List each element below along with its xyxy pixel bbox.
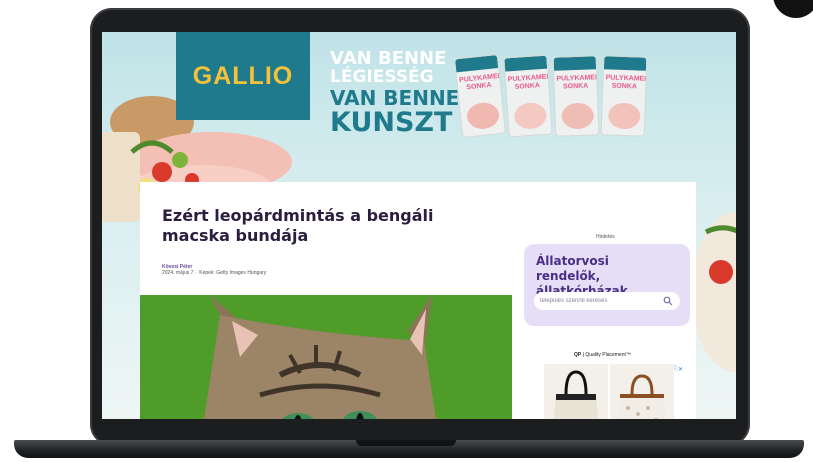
search-icon[interactable] (663, 296, 673, 306)
vet-search-input[interactable] (540, 295, 658, 307)
article-title: Ezért leopárdmintás a bengáli macska bun… (162, 206, 434, 245)
qp-ad-label: QP | Quality Placement™ (574, 352, 631, 358)
product-name: SONKA (611, 82, 638, 91)
article-card: Ezért leopárdmintás a bengáli macska bun… (140, 182, 696, 419)
tote-bag-icon (554, 370, 598, 419)
handbag-icon (618, 374, 666, 419)
ad-product-bag[interactable] (610, 364, 674, 419)
brand-name: GALLIO (192, 61, 294, 90)
slogan-line: KUNSZT (330, 107, 453, 138)
product-name: SONKA (514, 81, 541, 91)
product-pack: PULYKAMELL- SONKA (552, 55, 600, 137)
product-pack: PULYKAMELL- SONKA (600, 55, 648, 137)
brand-logo[interactable]: GALLIO (176, 32, 310, 120)
product-name: SONKA (562, 82, 589, 91)
article-dateline: 2024. május 7. · Képek: Getty Images Hun… (162, 270, 267, 276)
slogan-line: VAN BENNE (330, 86, 460, 110)
ad-product-bag[interactable] (544, 364, 608, 419)
ad-slogan: VAN BENNE LÉGIESSÉG VAN BENNE KUNSZT (330, 48, 460, 138)
product-pack: PULYKAMELL- SONKA (503, 54, 553, 138)
slogan-line: LÉGIESSÉG (330, 67, 434, 87)
decorative-blob (773, 0, 813, 18)
browser-viewport: GALLIO VAN BENNE LÉGIESSÉG VAN BENNE KUN… (102, 32, 736, 419)
laptop-notch (356, 440, 456, 446)
vet-finder-widget: Állatorvosi rendelők, állatkórházak (524, 244, 690, 326)
qp-logo: QP (574, 352, 582, 358)
product-name: PULYKAMELL- (556, 73, 600, 83)
product-pack: PULYKAMELL- SONKA (453, 53, 507, 139)
ad-label: Hirdetés (596, 234, 615, 240)
cat-photo (140, 295, 512, 419)
qp-label-text: Quality Placement™ (585, 352, 631, 358)
article-hero-image (140, 295, 512, 419)
slogan-line: VAN BENNE (330, 48, 447, 69)
product-name: SONKA (466, 81, 492, 92)
vet-search-box[interactable] (534, 292, 680, 310)
